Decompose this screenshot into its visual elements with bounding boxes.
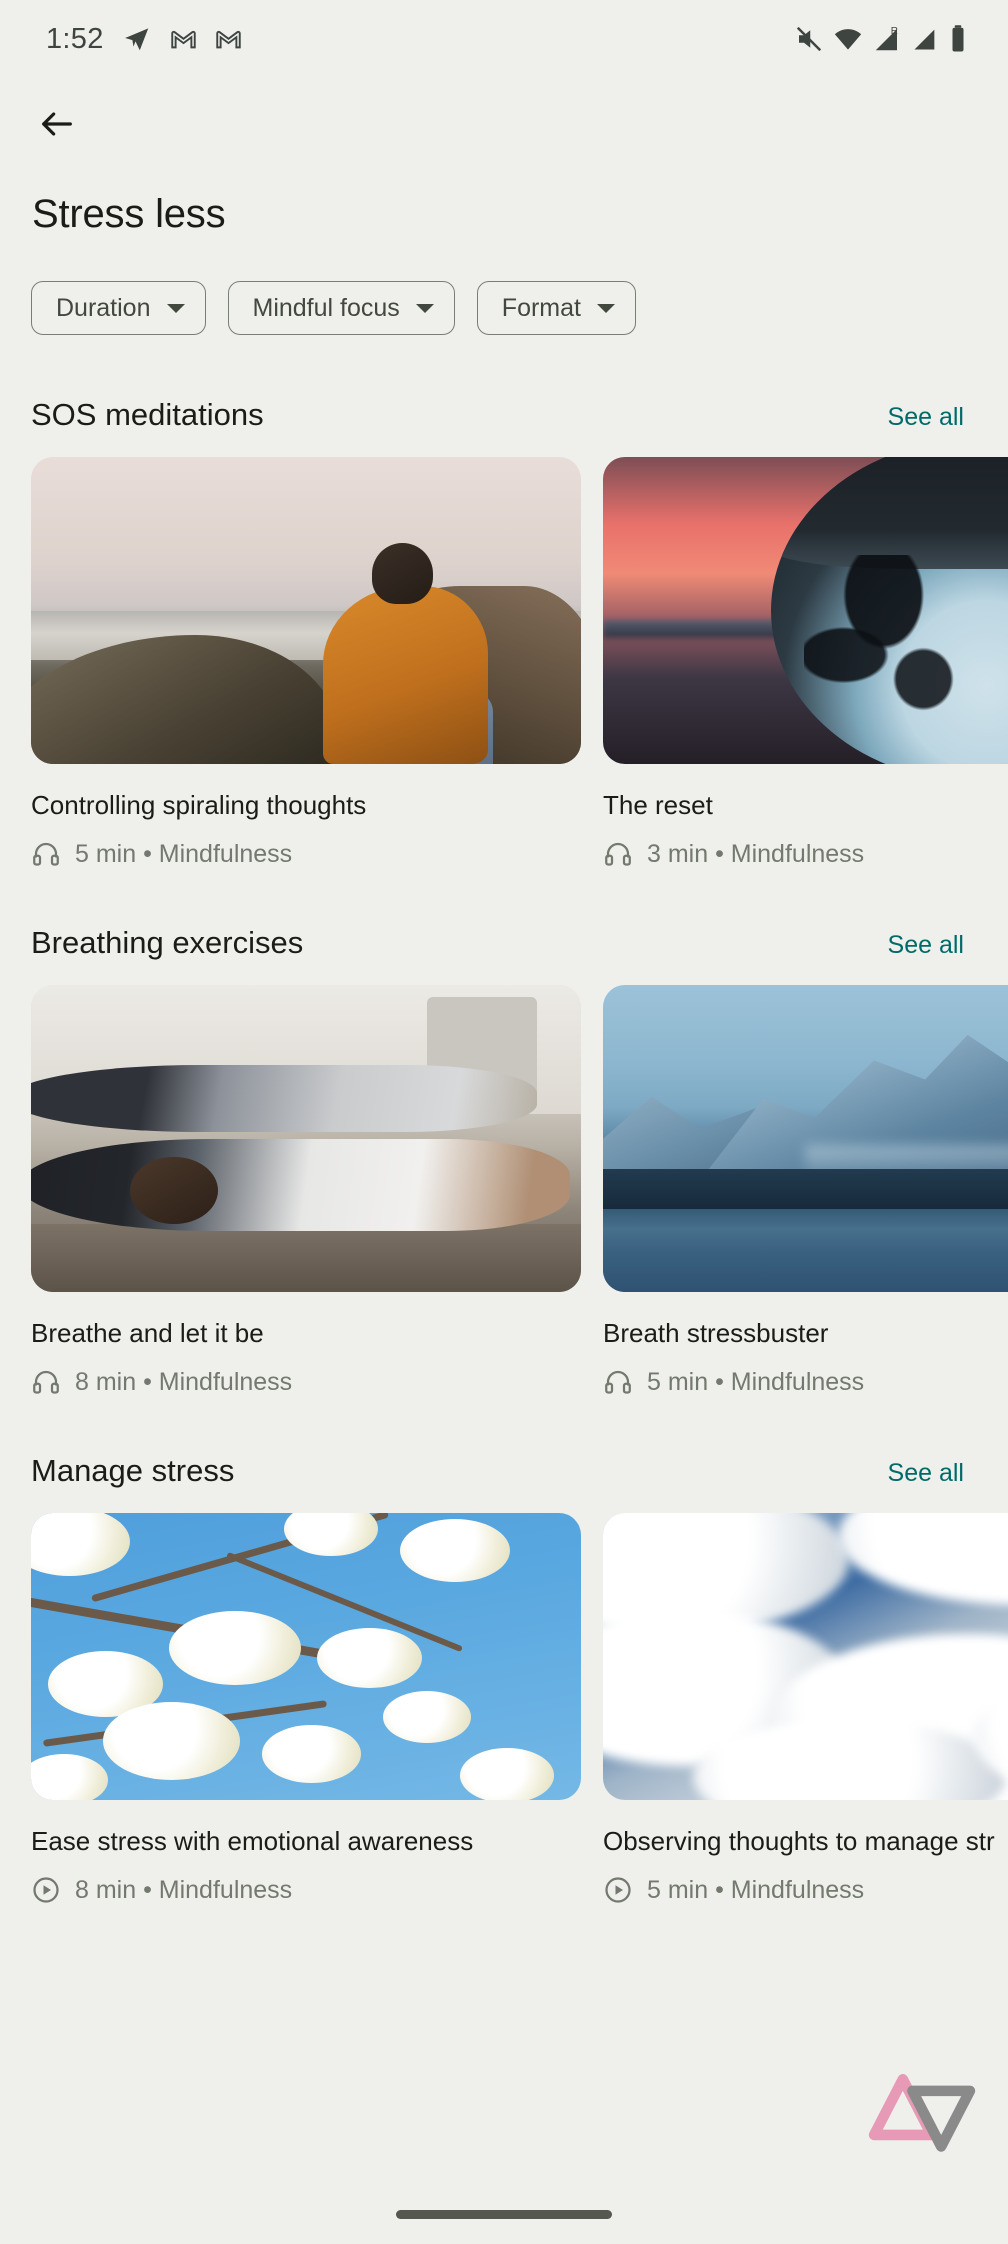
headphones-icon [33,1370,59,1394]
section-title: SOS meditations [31,397,264,432]
page-title: Stress less [32,192,226,236]
section-header: SOS meditations See all [0,397,1008,433]
card-title: Controlling spiraling thoughts [31,790,367,820]
section-sos-meditations: SOS meditations See all Controlling spir… [0,397,1008,869]
see-all-link[interactable]: See all [888,403,964,432]
card-meta-text: 5 min • Mindfulness [75,839,293,868]
card-thumbnail [603,457,1008,764]
section-title: Breathing exercises [31,925,304,960]
play-circle-icon [33,1877,59,1903]
section-breathing-exercises: Breathing exercises See all Breathe and … [0,925,1008,1397]
dual-triangle-logo [868,2074,976,2152]
gmail-icon [215,30,241,48]
chevron-down-icon [596,303,615,313]
telegram-icon [124,28,148,51]
mute-icon [796,26,822,52]
card-thumbnail [31,1513,581,1800]
card-meta-text: 8 min • Mindfulness [75,1875,293,1904]
card-image [31,985,581,1292]
card-meta-text: 5 min • Mindfulness [647,1875,865,1904]
content-card[interactable]: Breathe and let it be 8 min • Mindfulnes… [31,985,581,1397]
card-meta: 5 min • Mindfulness [31,839,581,869]
card-thumbnail [603,1513,1008,1800]
play-circle-icon [605,1877,631,1903]
svg-text:R: R [891,26,898,37]
filter-chip-label: Duration [56,293,151,322]
card-meta-text: 3 min • Mindfulness [647,839,865,868]
card-meta-text: 8 min • Mindfulness [75,1367,293,1396]
card-meta: 8 min • Mindfulness [31,1367,581,1397]
app-bar [0,78,1008,170]
card-title: Breathe and let it be [31,1318,264,1348]
chevron-down-icon [166,303,185,313]
see-all-link[interactable]: See all [888,931,964,960]
card-meta: 5 min • Mindfulness [603,1367,1008,1397]
back-button[interactable] [26,93,88,155]
card-meta: 8 min • Mindfulness [31,1875,581,1905]
card-carousel[interactable]: Breathe and let it be 8 min • Mindfulnes… [0,985,1008,1397]
section-manage-stress: Manage stress See all Ease stress with e… [0,1453,1008,1905]
content-card[interactable]: The reset 3 min • Mindfulness [603,457,1008,869]
system-navigation-bar [0,2184,1008,2244]
content-card[interactable]: Ease stress with emotional awareness 8 m… [31,1513,581,1905]
card-title: The reset [603,790,713,820]
home-indicator[interactable] [396,2209,612,2219]
card-title: Breath stressbuster [603,1318,829,1348]
filter-chip-label: Format [501,293,581,322]
status-bar-left: 1:52 [46,23,242,56]
headphones-icon [605,1370,631,1394]
card-image [603,1513,1008,1800]
card-image [31,1513,581,1800]
filter-chip-row: Duration Mindful focus Format [0,237,1008,335]
card-image [31,457,581,764]
card-thumbnail [31,457,581,764]
headphones-icon [605,842,631,866]
card-image [603,457,1008,764]
status-bar-right: R [794,24,968,54]
battery-icon [952,25,964,52]
filter-chip-format[interactable]: Format [476,281,636,335]
signal-icon [914,29,935,50]
status-bar: 1:52 R [0,0,1008,78]
card-carousel[interactable]: Controlling spiraling thoughts 5 min • M… [0,457,1008,869]
see-all-link[interactable]: See all [888,1459,964,1488]
card-image [603,985,1008,1292]
headphones-icon [33,842,59,866]
chevron-down-icon [415,303,434,313]
back-arrow-icon [42,112,72,136]
card-meta: 3 min • Mindfulness [603,839,1008,869]
filter-chip-label: Mindful focus [252,293,400,322]
card-title: Observing thoughts to manage str [603,1826,995,1856]
card-meta: 5 min • Mindfulness [603,1875,1008,1905]
status-bar-clock: 1:52 [46,22,104,55]
card-thumbnail [603,985,1008,1292]
content-card[interactable]: Controlling spiraling thoughts 5 min • M… [31,457,581,869]
section-title: Manage stress [31,1453,235,1488]
card-title: Ease stress with emotional awareness [31,1826,474,1856]
card-carousel[interactable]: Ease stress with emotional awareness 8 m… [0,1513,1008,1905]
filter-chip-duration[interactable]: Duration [31,281,206,335]
wifi-icon [834,29,862,50]
section-header: Breathing exercises See all [0,925,1008,961]
gmail-icon [170,30,196,48]
section-header: Manage stress See all [0,1453,1008,1489]
filter-chip-mindful-focus[interactable]: Mindful focus [227,281,455,335]
card-meta-text: 5 min • Mindfulness [647,1367,865,1396]
card-thumbnail [31,985,581,1292]
signal-roaming-icon: R [875,26,898,51]
content-card[interactable]: Breath stressbuster 5 min • Mindfulness [603,985,1008,1397]
content-card[interactable]: Observing thoughts to manage str 5 min •… [603,1513,1008,1905]
